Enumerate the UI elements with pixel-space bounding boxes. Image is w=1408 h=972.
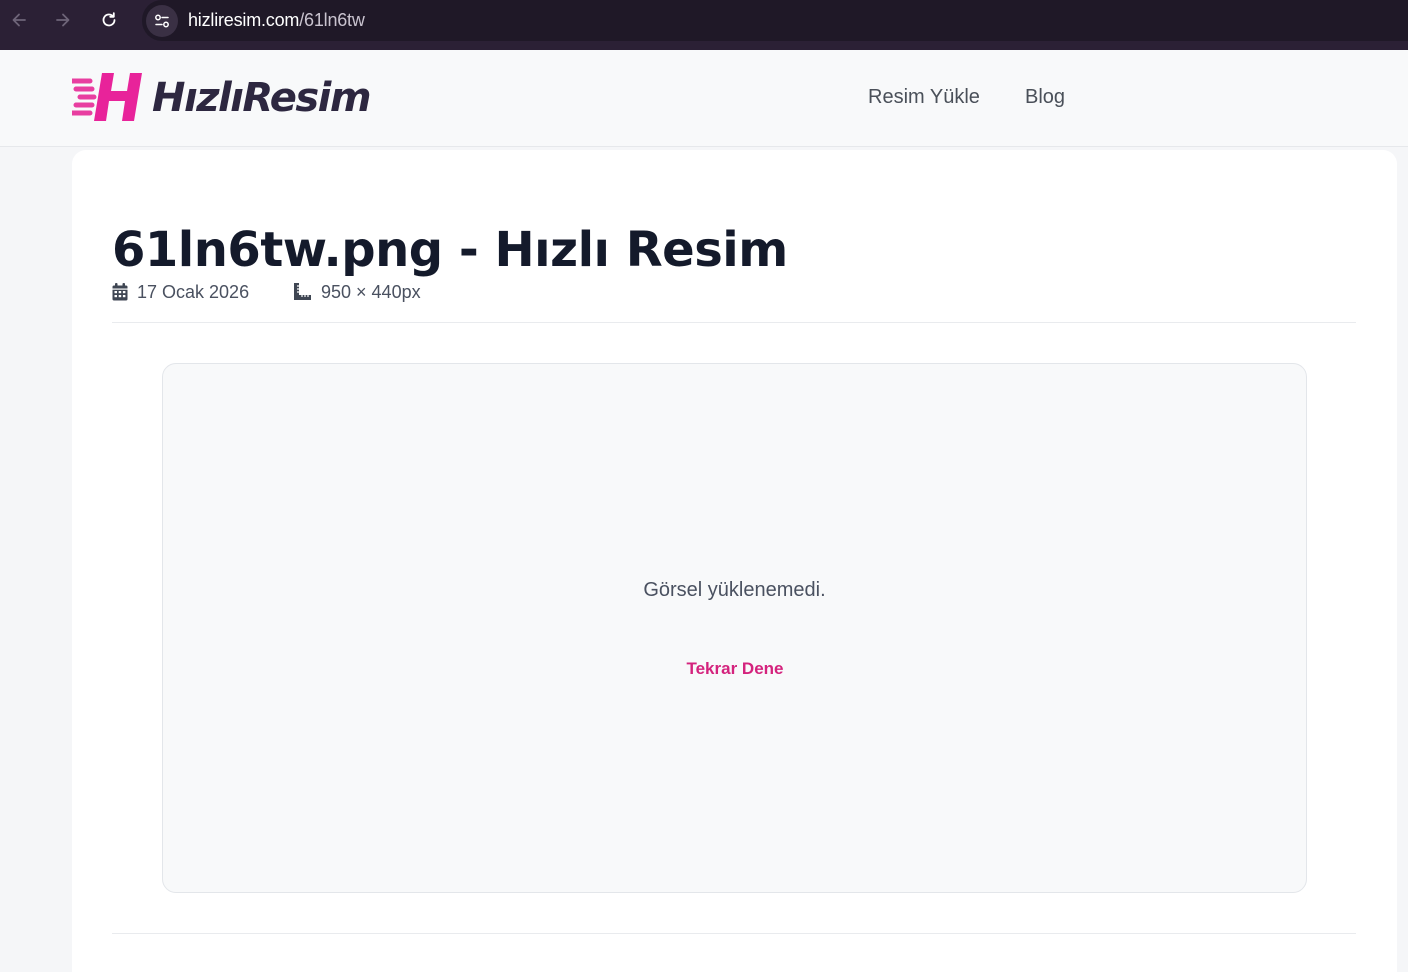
arrow-right-icon bbox=[56, 13, 70, 27]
url-domain: hizliresim.com bbox=[188, 10, 300, 30]
site-logo[interactable]: HızlıResim bbox=[72, 71, 382, 125]
logo-text: HızlıResim bbox=[152, 75, 372, 121]
header-divider bbox=[112, 322, 1356, 323]
retry-button[interactable]: Tekrar Dene bbox=[673, 652, 797, 686]
page-title: 61ln6tw.png - Hızlı Resim bbox=[112, 222, 788, 278]
ruler-icon bbox=[294, 283, 311, 300]
tune-icon bbox=[155, 14, 169, 28]
logo-mark-icon bbox=[72, 73, 142, 121]
nav-upload-link[interactable]: Resim Yükle bbox=[868, 86, 980, 109]
browser-toolbar: hizliresim.com/61ln6tw bbox=[0, 0, 1408, 50]
calendar-icon bbox=[112, 283, 128, 301]
site-info-button[interactable] bbox=[146, 5, 178, 37]
dimensions-text: 950 × 440px bbox=[321, 281, 421, 302]
image-container: Görsel yüklenemedi. Tekrar Dene bbox=[162, 363, 1307, 893]
arrow-left-icon bbox=[12, 13, 26, 27]
forward-button[interactable] bbox=[48, 5, 78, 35]
reload-icon bbox=[102, 12, 116, 27]
url-path: /61ln6tw bbox=[299, 10, 365, 30]
date-text: 17 Ocak 2026 bbox=[137, 281, 250, 302]
image-dimensions: 950 × 440px bbox=[293, 281, 421, 303]
image-error-message: Görsel yüklenemedi. bbox=[643, 579, 826, 601]
reload-button[interactable] bbox=[94, 5, 124, 35]
upload-date: 17 Ocak 2026 bbox=[112, 281, 249, 303]
back-button[interactable] bbox=[4, 5, 34, 35]
nav-blog-link[interactable]: Blog bbox=[1025, 86, 1065, 109]
url-text[interactable]: hizliresim.com/61ln6tw bbox=[188, 10, 365, 31]
footer-divider bbox=[112, 933, 1356, 934]
